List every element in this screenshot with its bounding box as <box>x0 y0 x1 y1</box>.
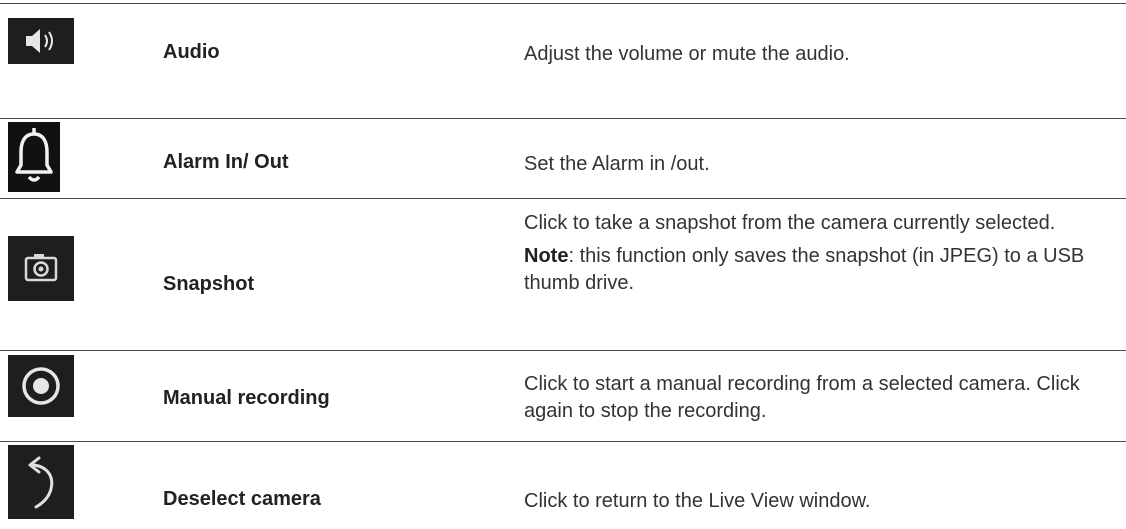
note-body: : this function only saves the snapshot … <box>524 245 1085 294</box>
speaker-icon <box>8 18 74 64</box>
row-name: Deselect camera <box>163 488 321 510</box>
row-description: Set the Alarm in /out. <box>524 151 1120 178</box>
description-text: Set the Alarm in /out. <box>524 153 710 175</box>
record-icon <box>8 355 74 417</box>
bell-icon <box>8 122 60 192</box>
row-description: Adjust the volume or mute the audio. <box>524 41 1120 68</box>
description-text: Click to return to the Live View window. <box>524 490 871 512</box>
description-text: Click to start a manual recording from a… <box>524 373 1080 422</box>
row-name: Snapshot <box>163 273 255 295</box>
row-name: Alarm In/ Out <box>163 151 289 173</box>
table-row: Alarm In/ Out Set the Alarm in /out. <box>0 119 1126 198</box>
undo-arrow-icon <box>8 445 74 519</box>
description-text: Click to take a snapshot from the camera… <box>524 212 1056 234</box>
row-name: Audio <box>163 41 220 63</box>
row-description: Click to start a manual recording from a… <box>524 371 1120 425</box>
row-name: Manual recording <box>163 387 330 409</box>
table-row: Audio Adjust the volume or mute the audi… <box>0 4 1126 77</box>
row-description: Click to take a snapshot from the camera… <box>524 210 1120 297</box>
camera-icon <box>8 236 74 301</box>
note-text: Note: this function only saves the snaps… <box>524 243 1120 297</box>
table-row: Deselect camera Click to return to the L… <box>0 442 1126 522</box>
description-text: Adjust the volume or mute the audio. <box>524 43 850 65</box>
row-description: Click to return to the Live View window. <box>524 488 1120 515</box>
table-row: Snapshot Click to take a snapshot from t… <box>0 199 1126 350</box>
note-label: Note <box>524 245 569 267</box>
table-row: Manual recording Click to start a manual… <box>0 351 1126 441</box>
